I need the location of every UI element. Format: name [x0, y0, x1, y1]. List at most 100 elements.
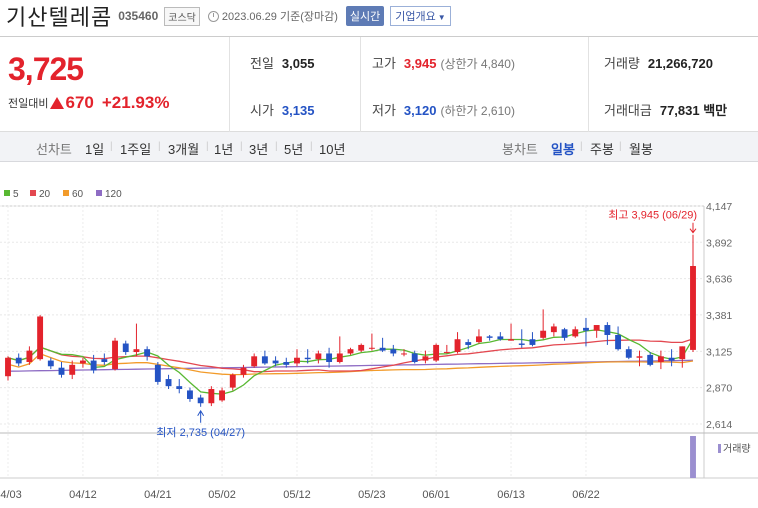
- market-badge: 코스닥: [164, 6, 200, 26]
- candle-body: [518, 343, 525, 345]
- company-info-dropdown[interactable]: 기업개요 ▼: [390, 6, 451, 26]
- tab-1week[interactable]: 1주일: [120, 139, 151, 158]
- tab-monthly[interactable]: 월봉: [629, 139, 653, 158]
- current-price: 3,725: [8, 51, 84, 87]
- diff-percent: +21.93%: [101, 93, 170, 112]
- stat-low: 저가 3,120 (하한가 2,610): [372, 100, 515, 119]
- low-arrow-icon: [197, 409, 205, 423]
- candle-body: [379, 347, 386, 351]
- stat-amount: 거래대금 77,831 백만: [604, 100, 727, 119]
- x-tick-label: 05/23: [358, 489, 386, 501]
- candle-body: [454, 339, 461, 353]
- company-info-label: 기업개요: [395, 11, 436, 23]
- stat-value: 3,135: [281, 103, 315, 118]
- tab-5year[interactable]: 5년: [284, 139, 303, 158]
- candle-body: [615, 334, 622, 350]
- candle-body: [15, 357, 22, 364]
- tab-daily[interactable]: 일봉: [551, 139, 575, 158]
- candle-body: [5, 357, 11, 377]
- x-tick-label: 06/22: [572, 489, 600, 501]
- line-chart-label: 선차트: [36, 142, 72, 157]
- upper-limit: (상한가 4,840): [440, 57, 515, 71]
- divider: |: [275, 141, 278, 152]
- price-chart[interactable]: 5 20 60 120 4,147 3,892 3,636 3,381 3,125 2,870 2,…: [0, 180, 758, 508]
- volume-legend-swatch: [718, 444, 721, 453]
- candle-body: [229, 374, 236, 388]
- stat-label: 전일: [250, 56, 274, 71]
- x-tick-label: 04/03: [0, 489, 22, 501]
- y-tick-label: 3,125: [706, 346, 732, 358]
- candle-body: [465, 342, 472, 345]
- candle-body: [219, 390, 226, 401]
- x-tick-label: 05/02: [208, 489, 236, 501]
- candle-body: [540, 330, 547, 338]
- caret-down-icon: ▼: [437, 13, 446, 22]
- candle-body: [561, 329, 568, 338]
- stock-name: 기산텔레콤: [6, 5, 113, 30]
- candle-body: [368, 347, 375, 349]
- y-tick-label: 2,870: [706, 383, 732, 395]
- candle-body: [261, 356, 268, 364]
- tab-weekly[interactable]: 주봉: [590, 139, 614, 158]
- candle-body: [154, 364, 161, 382]
- candlestick-chart[interactable]: 5 20 60 120 4,147 3,892 3,636 3,381 3,125 2,870 2,…: [0, 180, 758, 508]
- candle-body: [390, 349, 397, 354]
- tab-3month[interactable]: 3개월: [168, 139, 199, 158]
- volume-label: 거래량: [723, 443, 751, 455]
- stat-label: 거래량: [604, 56, 640, 71]
- x-tick-label: 06/01: [422, 489, 450, 501]
- legend-label: 120: [105, 189, 122, 200]
- candle-body: [508, 339, 514, 341]
- candle-body: [593, 325, 600, 331]
- stat-value: 77,831 백만: [659, 103, 728, 118]
- divider: |: [240, 141, 243, 152]
- divider: |: [580, 141, 583, 152]
- candle-body: [529, 339, 536, 345]
- realtime-button[interactable]: 실시간: [345, 6, 385, 26]
- stock-code: 035460: [118, 9, 159, 23]
- candle-body: [572, 329, 579, 337]
- volume-bar: [690, 436, 696, 478]
- legend-label: 5: [13, 189, 19, 200]
- stat-value: 3,945: [403, 56, 437, 71]
- candle-body: [358, 344, 365, 351]
- stat-label: 고가: [372, 56, 396, 71]
- stock-header: 기산텔레콤 035460 코스닥 2023.06.29 기준(장마감) 실시간 …: [0, 0, 758, 32]
- candle-body: [165, 379, 172, 387]
- clock-icon: [207, 10, 219, 22]
- candle-body: [550, 326, 557, 333]
- stat-label: 저가: [372, 103, 396, 118]
- candle-body: [326, 353, 333, 362]
- candle-body: [604, 325, 611, 335]
- candle-body: [112, 340, 118, 370]
- stat-high: 고가 3,945 (상한가 4,840): [372, 53, 515, 72]
- legend-swatch: [4, 190, 10, 196]
- divider: |: [158, 141, 161, 152]
- candle-body: [668, 357, 675, 361]
- candle-body: [486, 336, 493, 338]
- tab-10year[interactable]: 10년: [319, 139, 345, 158]
- candle-body: [336, 353, 343, 362]
- stat-volume: 거래량 21,266,720: [604, 53, 713, 72]
- tab-3year[interactable]: 3년: [249, 139, 268, 158]
- up-arrow-icon: [50, 97, 65, 109]
- tab-1day[interactable]: 1일: [85, 139, 104, 158]
- candle-body: [315, 353, 322, 360]
- lower-limit: (하한가 2,610): [440, 104, 515, 118]
- price-change: 전일대비 670 +21.93%: [8, 93, 169, 113]
- chart-tab-bar: 선차트 1일 | 1주일 | 3개월 | 1년 | 3년 | 5년 | 10년 …: [0, 132, 758, 162]
- divider: |: [110, 141, 113, 152]
- y-tick-label: 3,381: [706, 310, 732, 322]
- x-tick-label: 06/13: [497, 489, 525, 501]
- tab-1year[interactable]: 1년: [214, 139, 233, 158]
- price-summary: 3,725 전일대비 670 +21.93% 전일 3,055 시가 3,135…: [0, 36, 758, 132]
- candle-body: [208, 389, 215, 404]
- candle-body: [294, 357, 300, 364]
- candle-body: [187, 390, 193, 399]
- candle-body: [58, 367, 65, 375]
- current-price-panel: 3,725 전일대비 670 +21.93%: [0, 37, 230, 132]
- candle-body: [636, 356, 643, 358]
- stat-open: 시가 3,135: [250, 100, 314, 119]
- y-tick-label: 4,147: [706, 201, 732, 213]
- x-tick-label: 04/21: [144, 489, 172, 501]
